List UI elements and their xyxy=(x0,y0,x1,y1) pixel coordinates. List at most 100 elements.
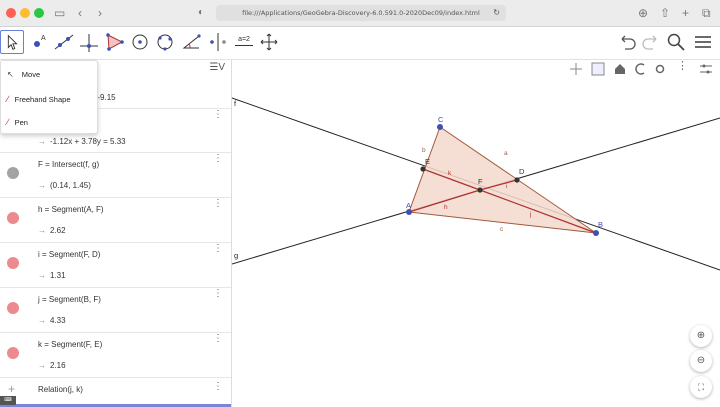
popup-item-freehand[interactable]: ∕ Freehand Shape xyxy=(7,94,71,104)
row-more-icon[interactable]: ⋮ xyxy=(213,154,223,164)
undo-icon[interactable] xyxy=(617,31,639,53)
row-more-icon[interactable]: ⋮ xyxy=(213,110,223,120)
algebra-row-j[interactable]: ⋮ j = Segment(B, F) → 4.33 xyxy=(0,287,231,333)
row-value: → (0.14, 1.45) xyxy=(38,181,91,190)
add-icon[interactable]: + xyxy=(8,382,15,396)
circle-three-points-tool-icon[interactable] xyxy=(153,30,177,54)
svg-text:A: A xyxy=(41,35,46,42)
address-bar[interactable]: file:///Applications/GeoGebra-Discovery-… xyxy=(216,5,506,21)
reflect-tool-icon[interactable] xyxy=(205,30,229,54)
row-value: → 1.31 xyxy=(38,271,66,280)
slider-tool-label: a=2 xyxy=(238,36,250,43)
back-icon[interactable]: ‹ xyxy=(78,5,82,21)
fullscreen-button[interactable]: ⛶ xyxy=(690,376,712,398)
forward-icon[interactable]: › xyxy=(98,5,102,21)
label-seg-j: j xyxy=(529,211,531,218)
circle-tool-icon[interactable] xyxy=(128,30,152,54)
row-more-icon[interactable]: ⋮ xyxy=(213,289,223,299)
perpendicular-tool-icon[interactable] xyxy=(77,30,101,54)
graphics-view[interactable]: A B C D E F a b c h i j k f g xyxy=(232,60,720,407)
algebra-input-row[interactable]: + Relation(j, k) ⋮ xyxy=(0,377,231,404)
label-c: C xyxy=(438,115,444,124)
new-tab-icon[interactable]: + xyxy=(682,5,689,21)
visibility-toggle[interactable] xyxy=(7,257,19,269)
label-side-a: a xyxy=(504,150,508,157)
algebra-sort-icon[interactable]: ☰V xyxy=(209,62,225,73)
url-text: file:///Applications/GeoGebra-Discovery-… xyxy=(242,9,480,17)
label-line-g: g xyxy=(234,251,238,260)
point-b[interactable] xyxy=(593,230,599,236)
input-more-icon[interactable]: ⋮ xyxy=(213,382,223,392)
graphics-more-icon[interactable]: ⋮ xyxy=(677,59,688,72)
row-definition: h = Segment(A, F) xyxy=(38,205,104,214)
share-icon[interactable]: ⇧ xyxy=(660,5,670,21)
point-d[interactable] xyxy=(514,177,520,183)
visibility-toggle[interactable] xyxy=(7,167,19,179)
axes-toggle-icon[interactable] xyxy=(568,61,584,77)
graphics-settings-icon[interactable] xyxy=(698,61,714,77)
zoom-in-button[interactable]: ⊕ xyxy=(690,325,712,347)
row-definition: j = Segment(B, F) xyxy=(38,295,101,304)
close-window-button[interactable] xyxy=(6,8,16,18)
point-tool-icon[interactable]: A xyxy=(27,30,51,54)
row-value: → 4.33 xyxy=(38,316,66,325)
browser-chrome: ▭ ‹ › ◐ file:///Applications/GeoGebra-Di… xyxy=(0,0,720,27)
algebra-row-h[interactable]: ⋮ h = Segment(A, F) → 2.62 xyxy=(0,197,231,243)
reload-icon[interactable]: ↻ xyxy=(493,5,500,21)
algebra-row-i[interactable]: ⋮ i = Segment(F, D) → 1.31 xyxy=(0,242,231,288)
redo-icon[interactable] xyxy=(639,31,661,53)
label-seg-i: i xyxy=(506,183,507,190)
row-more-icon[interactable]: ⋮ xyxy=(213,244,223,254)
algebra-row-f[interactable]: ⋮ F = Intersect(f, g) → (0.14, 1.45) xyxy=(0,152,231,198)
label-a: A xyxy=(406,201,411,210)
sidebar-toggle-icon[interactable]: ▭ xyxy=(54,5,65,21)
point-f[interactable] xyxy=(477,187,483,193)
minimize-window-button[interactable] xyxy=(20,8,30,18)
move-tool-icon[interactable] xyxy=(0,30,24,54)
label-line-f: f xyxy=(234,99,237,108)
label-side-b: b xyxy=(422,147,426,154)
download-icon[interactable]: ⊕ xyxy=(638,5,648,21)
label-d: D xyxy=(519,167,525,176)
label-seg-h: h xyxy=(444,204,448,211)
cursor-icon: ↖ xyxy=(7,70,14,79)
row-more-icon[interactable]: ⋮ xyxy=(213,334,223,344)
move-graphics-tool-icon[interactable] xyxy=(257,30,281,54)
row-value: → 2.62 xyxy=(38,226,66,235)
polygon-tool-icon[interactable] xyxy=(102,30,126,54)
label-side-c: c xyxy=(500,226,504,233)
row-definition: k = Segment(F, E) xyxy=(38,340,103,349)
home-icon[interactable] xyxy=(612,61,628,77)
popup-item-pen[interactable]: ∕ Pen xyxy=(7,117,28,127)
label-e: E xyxy=(425,157,430,166)
keyboard-icon[interactable]: ⌨ xyxy=(0,396,16,405)
menu-icon[interactable] xyxy=(692,31,714,53)
row-more-icon[interactable]: ⋮ xyxy=(213,199,223,209)
popup-item-move[interactable]: ↖ Move xyxy=(7,70,40,79)
point-capture-icon[interactable] xyxy=(632,61,648,77)
tab-overview-icon[interactable]: ⧉ xyxy=(702,5,711,21)
search-icon[interactable] xyxy=(665,31,687,53)
line-tool-icon[interactable] xyxy=(52,30,76,54)
grid-toggle-icon[interactable] xyxy=(590,61,606,77)
visibility-toggle[interactable] xyxy=(7,347,19,359)
pen-icon: ∕ xyxy=(7,117,9,127)
zoom-out-button[interactable]: ⊖ xyxy=(690,350,712,372)
algebra-input[interactable]: Relation(j, k) xyxy=(38,385,83,394)
row-definition: i = Segment(F, D) xyxy=(38,250,101,259)
geogebra-toolbar: A a=2 xyxy=(0,27,720,60)
row-value: → 2.16 xyxy=(38,361,66,370)
point-e[interactable] xyxy=(420,166,426,172)
zoom-window-button[interactable] xyxy=(34,8,44,18)
visibility-toggle[interactable] xyxy=(7,212,19,224)
point-c[interactable] xyxy=(437,124,443,130)
privacy-shield-icon[interactable]: ◐ xyxy=(198,5,204,21)
label-f: F xyxy=(478,177,483,186)
angle-tool-icon[interactable] xyxy=(179,30,203,54)
row-definition: F = Intersect(f, g) xyxy=(38,160,100,169)
point-style-icon[interactable] xyxy=(652,61,668,77)
visibility-toggle[interactable] xyxy=(7,302,19,314)
algebra-row-k[interactable]: ⋮ k = Segment(F, E) → 2.16 xyxy=(0,332,231,378)
slider-tool-icon[interactable]: a=2 xyxy=(232,30,256,54)
triangle-polygon[interactable] xyxy=(408,126,597,234)
